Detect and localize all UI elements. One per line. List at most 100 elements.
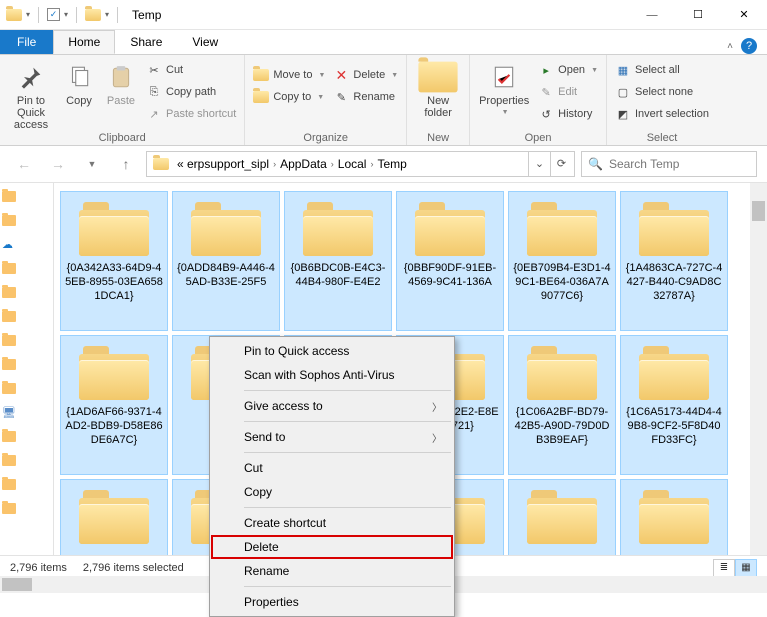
folder-icon [85,7,101,23]
collapse-ribbon-icon[interactable]: ˄ [727,41,733,52]
folder-item[interactable]: {1C6A5173-44D4-49B8-9CF2-5F8D40FD33FC} [620,335,728,475]
cut-button[interactable]: ✂Cut [144,60,238,80]
paste-button[interactable]: Paste [102,57,140,107]
copy-path-button[interactable]: ⎘Copy path [144,82,238,102]
rename-button[interactable]: ✎Rename [331,87,400,107]
edit-button[interactable]: ✎Edit [536,82,600,102]
path-icon: ⎘ [146,84,162,100]
tab-view[interactable]: View [177,30,233,54]
ctx-scan-antivirus[interactable]: Scan with Sophos Anti-Virus [212,363,452,387]
folder-icon [191,202,261,256]
chevron-down-icon: ▾ [64,10,68,19]
folder-icon [6,7,22,23]
delete-button[interactable]: ✕Delete▼ [331,65,400,85]
ctx-give-access[interactable]: Give access to〉 [212,394,452,418]
address-bar[interactable]: « erpsupport_sipl› AppData› Local› Temp … [146,151,575,177]
folder-icon [639,490,709,544]
ctx-rename[interactable]: Rename [212,559,452,583]
group-label: Select [613,132,711,145]
new-folder-icon [422,61,454,93]
ctx-delete[interactable]: Delete [211,535,453,559]
select-none-button[interactable]: ▢Select none [613,82,711,102]
folder-item[interactable]: {0A342A33-64D9-45EB-8955-03EA6581DCA1} [60,191,168,331]
folder-item[interactable]: {0B6BDC0B-E4C3-44B4-980F-E4E2 [284,191,392,331]
folder-name: {0BBF90DF-91EB-4569-9C41-136A [401,262,499,290]
ctx-send-to[interactable]: Send to〉 [212,425,452,449]
folder-item[interactable]: {1C06A2BF-BD79-42B5-A90D-79D0DB3B9EAF} [508,335,616,475]
folder-item[interactable] [60,479,168,555]
folder-icon [527,346,597,400]
folder-item[interactable]: {0ADD84B9-A446-45AD-B33E-25F5 [172,191,280,331]
folder-icon [527,490,597,544]
minimize-button[interactable]: — [629,0,675,30]
folder-item[interactable]: {1A4863CA-727C-4427-B440-C9AD8C32787A} [620,191,728,331]
open-button[interactable]: ▸Open▼ [536,60,600,80]
copy-to-button[interactable]: Copy to▼ [251,87,327,107]
invert-selection-button[interactable]: ◩Invert selection [613,104,711,124]
move-icon [253,67,269,83]
copy-to-icon [253,89,269,105]
tab-home[interactable]: Home [53,30,115,54]
folder-icon [79,202,149,256]
shortcut-icon: ↗ [146,106,162,122]
item-count: 2,796 items [10,562,67,574]
folder-name: {1C6A5173-44D4-49B8-9CF2-5F8D40FD33FC} [625,406,723,447]
refresh-icon[interactable]: ⟳ [550,152,572,176]
select-none-icon: ▢ [615,84,631,100]
folder-name: {1A4863CA-727C-4427-B440-C9AD8C32787A} [625,262,723,303]
details-view-button[interactable]: ≣ [713,559,735,577]
window-title: Temp [126,8,161,22]
chevron-right-icon: 〉 [432,399,442,414]
recent-locations-button[interactable]: ▼ [78,150,106,178]
breadcrumb[interactable]: Local [334,157,371,171]
folder-item[interactable]: {0EB709B4-E3D1-49C1-BE64-036A7A9077C6} [508,191,616,331]
folder-icon [79,346,149,400]
folder-name: {1C06A2BF-BD79-42B5-A90D-79D0DB3B9EAF} [513,406,611,447]
ctx-pin-quick-access[interactable]: Pin to Quick access [212,339,452,363]
help-icon[interactable]: ? [741,38,757,54]
icons-view-button[interactable]: ▦ [735,559,757,577]
ctx-copy[interactable]: Copy [212,480,452,504]
copy-button[interactable]: Copy [60,57,98,107]
folder-name: {0B6BDC0B-E4C3-44B4-980F-E4E2 [289,262,387,290]
folder-icon [149,158,173,170]
forward-button[interactable]: → [44,150,72,178]
close-button[interactable]: ✕ [721,0,767,30]
folder-item[interactable] [620,479,728,555]
vertical-scrollbar[interactable] [750,183,767,555]
up-button[interactable]: ↑ [112,150,140,178]
folder-item[interactable]: {0BBF90DF-91EB-4569-9C41-136A [396,191,504,331]
select-all-button[interactable]: ▦Select all [613,60,711,80]
ctx-cut[interactable]: Cut [212,456,452,480]
checkbox-icon[interactable]: ✓ [47,8,60,21]
qat-dropdown[interactable]: ▾ [26,10,30,19]
chevron-right-icon: 〉 [432,430,442,445]
address-bar-row: ← → ▼ ↑ « erpsupport_sipl› AppData› Loca… [0,146,767,182]
context-menu: Pin to Quick access Scan with Sophos Ant… [209,336,455,617]
new-folder-button[interactable]: New folder [413,57,463,119]
ribbon-tabs: File Home Share View ˄ ? [0,30,767,54]
copy-icon [63,61,95,93]
breadcrumb[interactable]: AppData [276,157,331,171]
edit-icon: ✎ [538,84,554,100]
paste-shortcut-button[interactable]: ↗Paste shortcut [144,104,238,124]
group-label: Clipboard [6,132,238,145]
breadcrumb[interactable]: Temp [373,157,410,171]
back-button[interactable]: ← [10,150,38,178]
maximize-button[interactable]: ☐ [675,0,721,30]
folder-item[interactable]: {1AD6AF66-9371-4AD2-BDB9-D58E86DE6A7C} [60,335,168,475]
group-label: Open [476,132,600,145]
folder-item[interactable] [508,479,616,555]
tab-share[interactable]: Share [115,30,177,54]
history-button[interactable]: ↺History [536,104,600,124]
properties-button[interactable]: Properties▼ [476,57,532,116]
move-to-button[interactable]: Move to▼ [251,65,327,85]
breadcrumb[interactable]: « erpsupport_sipl [173,157,273,171]
search-input[interactable]: 🔍 Search Temp [581,151,757,177]
navigation-pane[interactable]: ☁ 🖥 [0,183,54,555]
tab-file[interactable]: File [0,30,53,54]
pin-quick-access-button[interactable]: Pin to Quick access [6,57,56,131]
ctx-properties[interactable]: Properties [212,590,452,614]
ctx-create-shortcut[interactable]: Create shortcut [212,511,452,535]
address-dropdown-icon[interactable]: ⌄ [528,152,550,176]
